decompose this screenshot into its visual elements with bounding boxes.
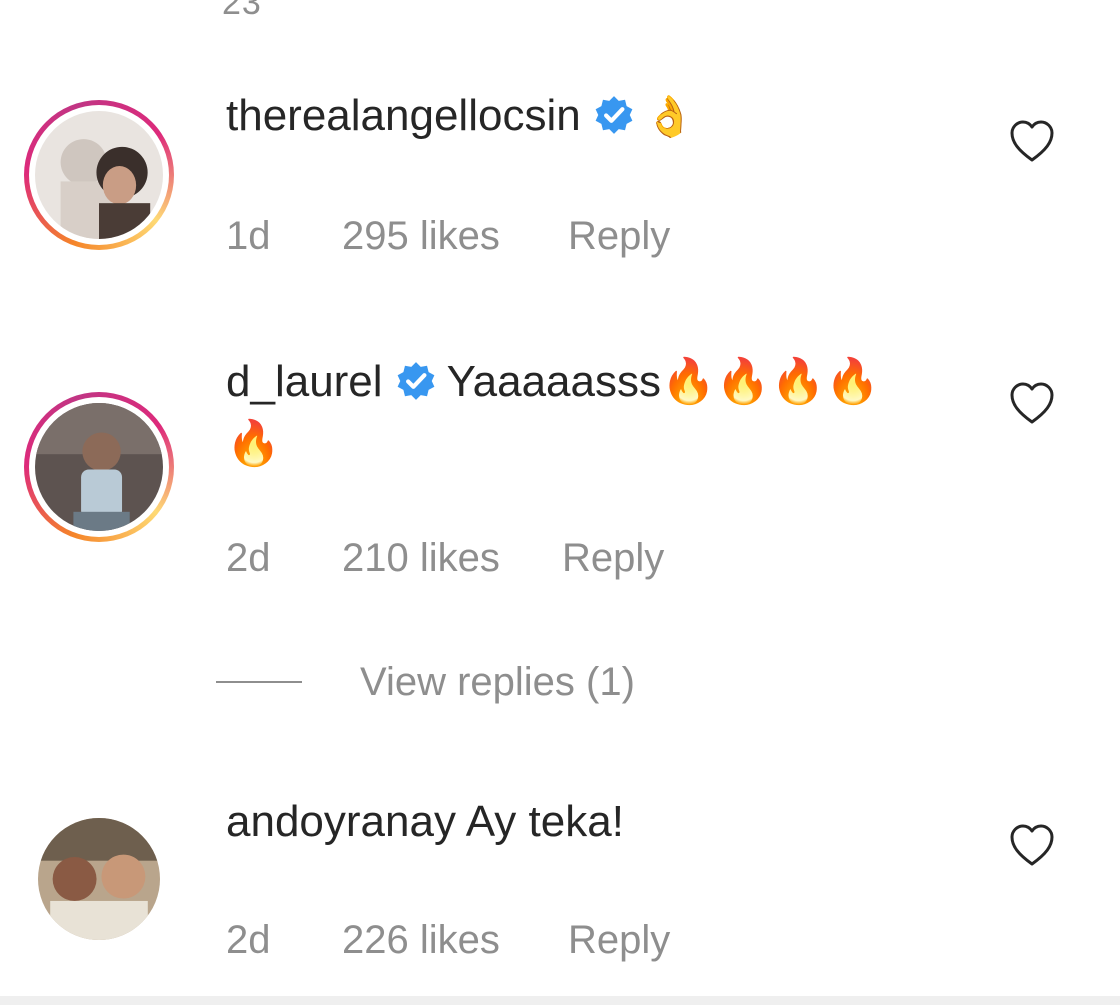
verified-badge-icon (595, 96, 633, 134)
reply-button[interactable]: Reply (568, 214, 670, 259)
comment-text-continued: 🔥 (226, 419, 281, 468)
comment-text: Yaaaaasss🔥🔥🔥🔥 (446, 357, 881, 406)
comment-text-line: therealangellocsin 👌 (226, 88, 695, 144)
avatar[interactable] (38, 818, 160, 940)
verified-badge-icon (397, 362, 434, 400)
heart-outline-icon[interactable] (1008, 380, 1056, 426)
comment-text-line: andoyranay Ay teka! (226, 794, 624, 850)
view-replies-divider (216, 681, 302, 683)
previous-comment-partial-text: 23 (222, 0, 262, 22)
heart-outline-icon[interactable] (1008, 118, 1056, 164)
comment-likes[interactable]: 210 likes (342, 536, 562, 581)
comment-time[interactable]: 1d (226, 214, 342, 259)
comment-username[interactable]: d_laurel (226, 357, 383, 406)
view-replies-label: View replies (1) (360, 659, 635, 704)
comment-time[interactable]: 2d (226, 918, 342, 963)
comment-text: 👌 (644, 95, 695, 139)
comment-time[interactable]: 2d (226, 536, 342, 581)
heart-outline-icon[interactable] (1008, 822, 1056, 868)
comment-meta: 2d 210 likes Reply (226, 536, 664, 581)
comment-username[interactable]: andoyranay (226, 797, 456, 846)
comment-text-line: d_laurel Yaaaaasss🔥🔥🔥🔥 (226, 354, 880, 410)
comment-text-line-2: 🔥 (226, 416, 281, 472)
comment-text: Ay teka! (465, 797, 624, 846)
avatar-story-ring[interactable] (24, 100, 174, 250)
comment-username[interactable]: therealangellocsin (226, 91, 581, 140)
avatar-story-ring[interactable] (24, 392, 174, 542)
reply-button[interactable]: Reply (568, 918, 670, 963)
reply-button[interactable]: Reply (562, 536, 664, 581)
view-replies-button[interactable]: View replies (1) (216, 654, 635, 710)
comment-likes[interactable]: 295 likes (342, 214, 568, 259)
comment-meta: 2d 226 likes Reply (226, 918, 670, 963)
avatar (35, 403, 163, 531)
section-divider (0, 996, 1120, 1005)
avatar (35, 111, 163, 239)
comment-likes[interactable]: 226 likes (342, 918, 568, 963)
comment-meta: 1d 295 likes Reply (226, 214, 670, 259)
